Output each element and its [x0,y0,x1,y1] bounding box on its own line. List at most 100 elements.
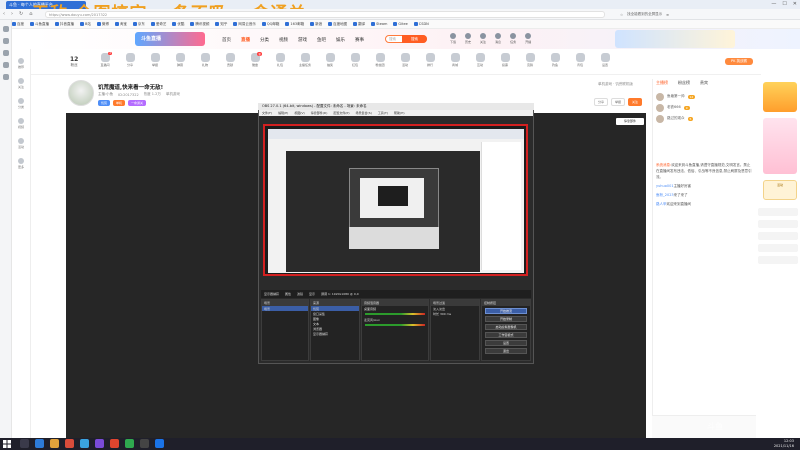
bookmark-item[interactable]: 爱奇艺 [150,22,166,27]
obs-control-button[interactable]: 设置 [485,340,527,346]
menu-item-7[interactable]: 赛事 [355,37,364,43]
app-icon[interactable] [65,439,74,448]
rank-row[interactable]: 老铁666 9 [656,102,752,113]
chat-username[interactable]: 系统消息: [656,163,671,167]
obs-list-item[interactable]: 桌面音频 [362,306,428,311]
promo-badge[interactable] [763,82,797,112]
room-tool[interactable]: 排行 [420,53,440,67]
room-tool[interactable]: 互动 [470,53,490,67]
menu-item-0[interactable]: 首页 [222,37,231,43]
room-tool[interactable]: 礼包 [270,53,290,67]
home-icon[interactable]: ⌂ [29,11,32,17]
rank-row[interactable]: 鱼塘第一帅 12 [656,91,752,102]
bookmark-item[interactable]: 163邮箱 [285,22,304,27]
chat-input-area[interactable] [652,415,756,438]
room-tool[interactable]: 新徽章 [245,52,265,67]
menu-item-3[interactable]: 视频 [279,37,288,43]
app-icon[interactable] [110,439,119,448]
room-tool[interactable]: 2 直播间 [95,52,115,67]
room-tag[interactable]: 单机 [113,100,126,106]
promo-item[interactable] [758,232,798,240]
edge-icon[interactable] [35,439,44,448]
extension-icon[interactable] [2,62,9,68]
star-icon[interactable]: ☆ [620,13,623,17]
obs-menu-item[interactable]: 场景集合(S) [356,111,372,115]
bookmark-item[interactable]: 百度 [12,22,24,27]
chat-username[interactable]: 鱼粉_2023 [656,193,674,197]
obs-menu-item[interactable]: 视图(V) [294,111,304,115]
obs-control-button[interactable]: 开始推流 [485,308,527,314]
room-tool[interactable]: 红包 [345,53,365,67]
header-item[interactable]: 下载 [450,33,456,44]
download-icon[interactable] [2,50,9,56]
room-tool[interactable]: 贡献 [220,53,240,67]
close-icon[interactable]: ✕ [793,1,797,7]
obs-subbar-item[interactable]: 滤镜 [297,292,303,296]
obs-subbar-item[interactable]: 显示 [309,292,315,296]
obs-menu-item[interactable]: 停靠部件(D) [311,111,328,115]
menu-item-6[interactable]: 娱乐 [336,37,345,43]
bookmark-item[interactable]: QQ邮箱 [261,22,279,27]
bookmark-item[interactable]: 知乎 [215,22,227,27]
obs-subbar-item[interactable]: 屏幕 1: 1920x1080 @ 0,0 [321,292,359,296]
promo-item[interactable] [758,256,798,264]
room-action-button[interactable]: 举报 [611,98,626,106]
douyu-search-button[interactable]: 搜索 [402,35,427,43]
room-tool[interactable]: 背包 [570,53,590,67]
left-nav-item[interactable]: 视频 [12,118,30,129]
header-banner[interactable] [615,30,735,48]
chat-tab[interactable]: 粉丝榜 [678,80,690,86]
obs-control-button[interactable]: 退出 [485,348,527,354]
streamer-avatar[interactable] [68,80,94,106]
app-icon[interactable] [95,439,104,448]
left-nav-item[interactable]: 分类 [12,98,30,109]
obs-list-item[interactable]: 时长 300 ms [431,311,479,316]
promo-item[interactable] [758,208,798,216]
header-item[interactable]: 消息 [495,33,501,44]
room-tool[interactable]: 弹幕 [170,53,190,67]
room-tool[interactable]: 钓鱼 [545,53,565,67]
favorites-icon[interactable] [2,26,9,32]
room-tool[interactable]: 竞猜 [520,53,540,67]
bookmark-item[interactable]: 斗鱼直播 [30,22,49,27]
history-icon[interactable] [2,38,9,44]
menu-item-4[interactable]: 游戏 [298,37,307,43]
menu-item-5[interactable]: 鱼吧 [317,37,326,43]
bookmark-item[interactable]: 腾讯视频 [190,22,209,27]
menu-item-1[interactable]: 直播 [241,37,250,43]
obs-menu-item[interactable]: 编辑(E) [278,111,288,115]
browser-icon[interactable] [155,439,164,448]
chat-tab[interactable]: 贵宾 [700,80,708,86]
promo-item[interactable] [758,220,798,228]
room-category[interactable]: 单机游戏 · 饥荒联机版 [598,82,633,87]
left-nav-item[interactable]: 更多 [12,158,30,169]
room-tool[interactable]: 设置 [595,53,615,67]
menu-item-2[interactable]: 分类 [260,37,269,43]
obs-control-button[interactable]: 工作室模式 [485,332,527,338]
bookmark-item[interactable]: B站 [80,22,91,27]
obs-dock-tag[interactable]: 停靠部件 [616,118,644,125]
chat-username[interactable]: yuhuo001 [656,184,674,188]
bookmark-item[interactable]: 翻译 [353,22,365,27]
obs-list-item[interactable]: 麦克风/Aux [362,317,428,322]
bookmark-item[interactable]: Gitee [393,22,408,26]
rank-row[interactable]: 路过的观众 5 [656,113,752,124]
bookmark-item[interactable]: 京东 [132,22,145,27]
bookmark-item[interactable]: CSDN [413,22,429,26]
system-clock[interactable]: 12:03 2021/11/16 [774,439,794,448]
room-tool[interactable]: 主播任务 [295,53,315,67]
search-icon[interactable] [20,439,29,448]
header-item[interactable]: 历史 [465,33,471,44]
bookmark-item[interactable]: 网易云音乐 [233,22,256,27]
obs-menu-item[interactable]: 工具(T) [378,111,388,115]
bookmark-item[interactable]: 新浪 [310,22,322,27]
url-input[interactable]: https://www.douyu.com/2017322 [45,11,605,18]
bookmark-item[interactable]: 微博 [96,22,109,27]
obs-menu-item[interactable]: 文件(F) [262,111,272,115]
bookmark-item[interactable]: Steam [371,22,387,26]
room-action-button[interactable]: 分享 [594,98,609,106]
back-icon[interactable]: ‹ [3,11,5,17]
obs-list-item[interactable]: 场景 [262,306,308,311]
obs-subbar-item[interactable]: 属性 [285,292,291,296]
left-nav-item[interactable]: 关注 [12,78,30,89]
